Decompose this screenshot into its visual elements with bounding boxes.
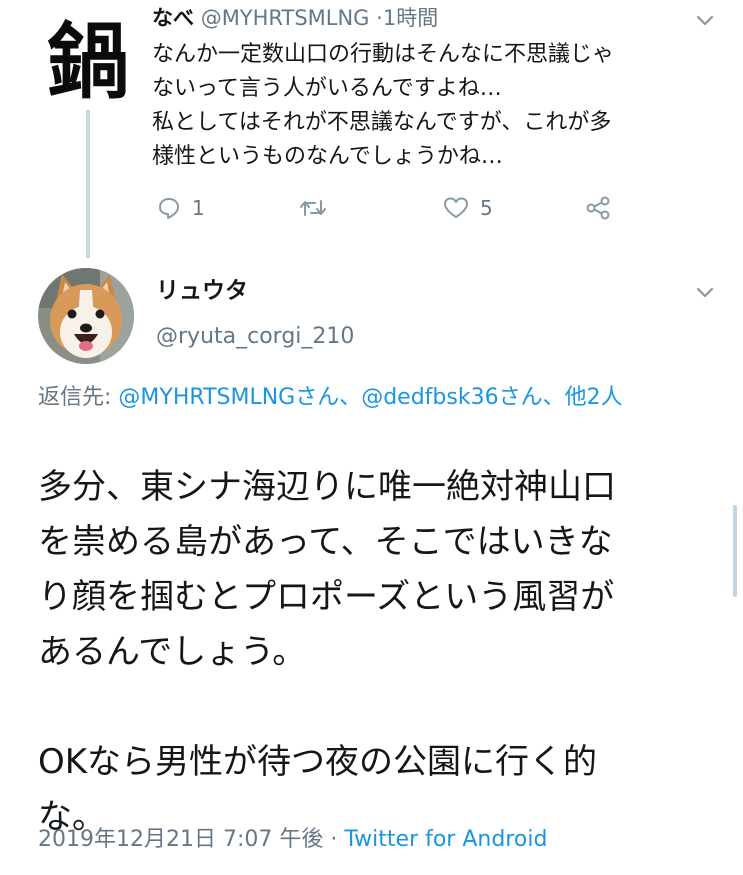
separator-dot: · (376, 6, 383, 30)
author-handle[interactable]: @ryuta_corgi_210 (156, 322, 354, 352)
separator-dot: · (330, 827, 338, 852)
tweet-timestamp[interactable]: 2019年12月21日 7:07 午後 (38, 827, 323, 852)
tweet-footer: 2019年12月21日 7:07 午後 · Twitter for Androi… (38, 824, 547, 856)
parent-tweet-time[interactable]: 1時間 (383, 6, 438, 30)
parent-author-handle[interactable]: @MYHRTSMLNG (201, 6, 370, 30)
retweet-button[interactable] (298, 195, 338, 221)
reply-to-mentions[interactable]: @MYHRTSMLNGさん、@dedfbsk36さん、他2人 (118, 385, 622, 410)
parent-tweet-text: なんか一定数山口の行動はそんなに不思議じゃ ないって言う人がいるんですよね… 私… (152, 42, 615, 169)
author-name[interactable]: リュウタ (156, 276, 248, 306)
tweet-text: 多分、東シナ海辺りに唯一絶対神山口 を崇める島があって、そこではいきな り顔を掴… (38, 467, 616, 837)
like-button[interactable]: 5 (442, 195, 493, 221)
scrollbar[interactable] (733, 505, 737, 597)
parent-author-name[interactable]: なべ (152, 6, 194, 30)
parent-tweet-actions: 1 5 (152, 195, 632, 227)
retweet-icon (298, 195, 328, 221)
chevron-down-icon[interactable] (694, 10, 716, 32)
reply-icon (156, 195, 182, 221)
share-icon (584, 195, 612, 221)
like-count: 5 (480, 196, 493, 220)
share-button[interactable] (584, 195, 612, 221)
chevron-down-icon[interactable] (694, 282, 716, 304)
reply-to-label: 返信先: (38, 385, 112, 410)
reply-button[interactable]: 1 (156, 195, 205, 221)
parent-tweet-header: なべ @MYHRTSMLNG ·1時間 (152, 4, 438, 32)
avatar[interactable] (38, 268, 134, 364)
thread-connector-line (86, 110, 90, 258)
parent-tweet[interactable]: 鍋 なべ @MYHRTSMLNG ·1時間 なんか一定数山口の行動はそんなに不思… (0, 0, 743, 258)
heart-icon (442, 195, 470, 221)
reply-count: 1 (192, 196, 205, 220)
parent-avatar[interactable]: 鍋 (38, 4, 138, 110)
reply-to-line: 返信先: @MYHRTSMLNGさん、@dedfbsk36さん、他2人 (38, 382, 708, 414)
tweet-source-link[interactable]: Twitter for Android (344, 827, 547, 852)
